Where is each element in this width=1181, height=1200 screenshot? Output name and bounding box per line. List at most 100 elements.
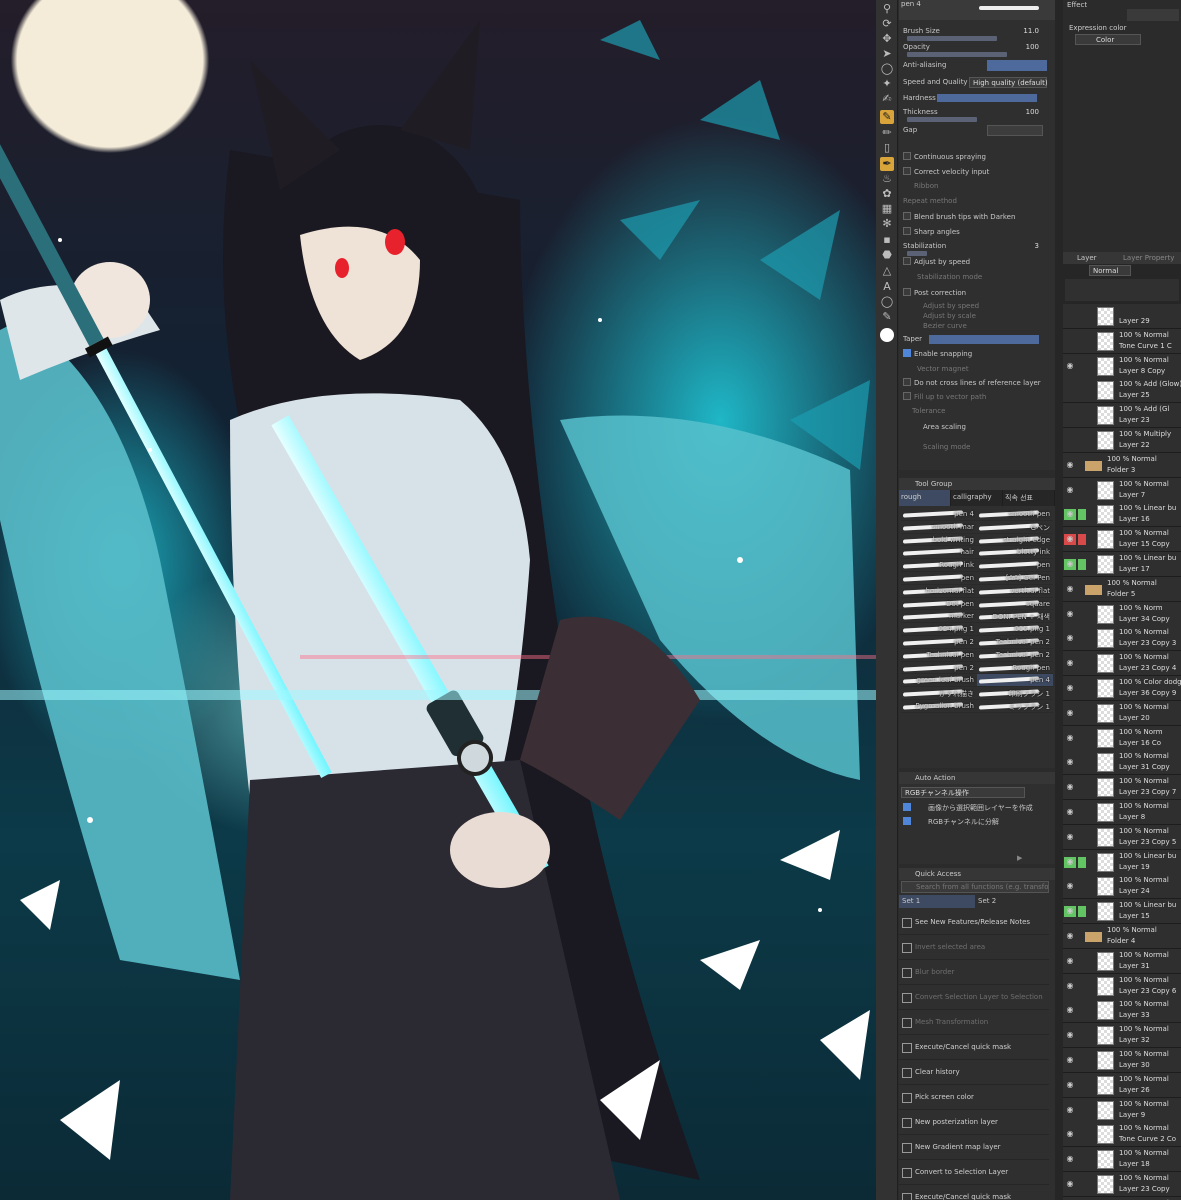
fill-up-row[interactable]: Fill up to vector path bbox=[903, 391, 1051, 404]
quick-access-item[interactable]: See New Features/Release Notes bbox=[899, 910, 1049, 935]
post-correction-checkbox[interactable] bbox=[903, 288, 911, 296]
visibility-eye-icon[interactable] bbox=[1064, 311, 1076, 322]
layer-row[interactable]: ◉ 100 % Normal Layer 23 Copy bbox=[1063, 1172, 1181, 1197]
magic-wand-icon[interactable]: ✦ bbox=[880, 77, 894, 91]
layer-row[interactable]: ◉ 100 % Normal Layer 23 Copy 4 bbox=[1063, 651, 1181, 677]
brush-item[interactable]: green leaf brush bbox=[901, 674, 977, 688]
brush-item[interactable]: 024.png 1 bbox=[901, 623, 977, 636]
layer-row[interactable]: ◉ 100 % Norm Layer 34 Copy bbox=[1063, 601, 1181, 627]
layer-row[interactable]: ◉ 100 % Normal Tone Curve 2 Co bbox=[1063, 1122, 1181, 1148]
brush-item[interactable]: かすれ描き bbox=[901, 687, 977, 700]
figure-icon[interactable]: △ bbox=[880, 264, 894, 278]
visibility-eye-icon[interactable]: ◉ bbox=[1064, 1154, 1076, 1165]
visibility-eye-icon[interactable]: ◉ bbox=[1064, 856, 1076, 868]
layer-color-tag[interactable] bbox=[1078, 733, 1086, 744]
quick-access-item[interactable]: Clear history bbox=[899, 1060, 1049, 1085]
visibility-eye-icon[interactable]: ◉ bbox=[1064, 460, 1076, 471]
opacity-slider[interactable] bbox=[907, 52, 1007, 57]
layer-folder-row[interactable]: ◉ 100 % Normal Folder 5 bbox=[1063, 576, 1181, 602]
layer-color-tag[interactable] bbox=[1078, 1129, 1086, 1140]
enable-snapping-row[interactable]: Enable snapping bbox=[903, 348, 1051, 361]
layer-row[interactable]: ◉ 100 % Norm Layer 16 Co bbox=[1063, 725, 1181, 751]
layer-row[interactable]: ◉ 100 % Normal Layer 9 bbox=[1063, 1097, 1181, 1123]
layer-color-tag[interactable] bbox=[1078, 782, 1086, 793]
brush-item[interactable]: pen 2 bbox=[901, 662, 977, 675]
quick-access-item[interactable]: Execute/Cancel quick mask bbox=[899, 1185, 1049, 1200]
brush-item[interactable]: Technical pen bbox=[901, 649, 977, 662]
layer-row[interactable]: ◉ 100 % Normal Layer 31 bbox=[1063, 948, 1181, 974]
speed-quality-dropdown[interactable]: High quality (default) bbox=[969, 77, 1048, 88]
adjust-speed-checkbox[interactable] bbox=[903, 257, 911, 265]
brush-item[interactable]: hair bbox=[901, 546, 977, 560]
layer-row[interactable]: ◉ 100 % Normal Layer 23 Copy 3 bbox=[1063, 626, 1181, 652]
quick-access-item[interactable]: New Gradient map layer bbox=[899, 1135, 1049, 1160]
continuous-spraying-row[interactable]: Continuous spraying bbox=[903, 151, 1051, 164]
layer-color-tag[interactable] bbox=[1078, 981, 1086, 992]
visibility-eye-icon[interactable]: ◉ bbox=[1064, 807, 1076, 818]
rotate-icon[interactable]: ⟳ bbox=[880, 17, 894, 31]
layer-row[interactable]: 100 % Normal Tone Curve 1 C bbox=[1063, 328, 1181, 354]
visibility-eye-icon[interactable]: ◉ bbox=[1064, 1129, 1076, 1140]
quick-access-item[interactable]: New posterization layer bbox=[899, 1110, 1049, 1135]
no-cross-checkbox[interactable] bbox=[903, 378, 911, 386]
effect-buttons[interactable] bbox=[1127, 9, 1179, 21]
layer-row[interactable]: ◉ 100 % Normal Layer 30 bbox=[1063, 1048, 1181, 1073]
expression-color-dropdown[interactable]: Color bbox=[1075, 34, 1141, 45]
brush-item[interactable]: bold writing bbox=[901, 534, 977, 547]
stabilization-mode-row[interactable]: Stabilization mode bbox=[903, 271, 1051, 284]
layer-row[interactable]: ◉ 100 % Normal Layer 23 Copy 5 bbox=[1063, 824, 1181, 850]
tab-set-2[interactable]: Set 2 bbox=[975, 895, 1051, 908]
blend-tips-checkbox[interactable] bbox=[903, 212, 911, 220]
layer-folder-row[interactable]: ◉ 100 % Normal Folder 3 bbox=[1063, 452, 1181, 478]
visibility-eye-icon[interactable]: ◉ bbox=[1064, 981, 1076, 992]
quick-access-item[interactable]: Blur border bbox=[899, 960, 1049, 985]
vector-magnet-row[interactable]: Vector magnet bbox=[903, 363, 1051, 376]
visibility-eye-icon[interactable]: ◉ bbox=[1064, 956, 1076, 967]
layer-color-tag[interactable] bbox=[1078, 856, 1086, 868]
visibility-eye-icon[interactable]: ◉ bbox=[1064, 559, 1076, 570]
taper-slider[interactable] bbox=[929, 335, 1039, 344]
visibility-eye-icon[interactable]: ◉ bbox=[1064, 733, 1076, 744]
tolerance-row[interactable]: Tolerance bbox=[903, 405, 1051, 418]
fill-icon[interactable]: ⬣ bbox=[880, 248, 894, 262]
layer-color-tag[interactable] bbox=[1078, 633, 1086, 644]
brush-item[interactable]: Rough pen bbox=[977, 662, 1053, 675]
quick-access-item[interactable]: Convert to Selection Layer bbox=[899, 1160, 1049, 1185]
tool-group-header[interactable]: Tool Group bbox=[899, 478, 1055, 490]
layer-color-tag[interactable] bbox=[1078, 757, 1086, 768]
layer-row[interactable]: ◉ 100 % Normal Layer 23 Copy 6 bbox=[1063, 973, 1181, 999]
brush-item[interactable]: pen 4 bbox=[901, 508, 977, 521]
layer-row[interactable]: ◉ 100 % Normal Layer 20 bbox=[1063, 700, 1181, 726]
auto-action-check-2[interactable] bbox=[903, 817, 911, 825]
layer-row[interactable]: ◉ 100 % Linear bu Layer 19 bbox=[1063, 849, 1181, 875]
brush-item[interactable]: vertical flat bbox=[977, 585, 1053, 598]
brush-item[interactable]: pen 2 bbox=[901, 636, 977, 649]
layer-color-tag[interactable] bbox=[1078, 559, 1086, 570]
auto-action-item-2[interactable]: RGBチャンネルに分解 bbox=[903, 816, 1051, 829]
tab-set-1[interactable]: Set 1 bbox=[899, 895, 975, 908]
visibility-eye-icon[interactable]: ◉ bbox=[1064, 757, 1076, 768]
layer-color-tag[interactable] bbox=[1078, 906, 1086, 918]
quick-access-item[interactable]: Convert Selection Layer to Selection bbox=[899, 985, 1049, 1010]
brush-item[interactable]: blotty ink bbox=[977, 546, 1053, 560]
no-cross-row[interactable]: Do not cross lines of reference layer bbox=[903, 377, 1051, 390]
layer-row[interactable]: ◉ 100 % Normal Layer 24 bbox=[1063, 874, 1181, 900]
eraser-icon[interactable]: ▯ bbox=[880, 141, 894, 155]
visibility-eye-icon[interactable]: ◉ bbox=[1064, 658, 1076, 669]
layer-color-tag[interactable] bbox=[1078, 956, 1086, 967]
brush-item[interactable]: [AA] Gel Pen bbox=[977, 572, 1053, 585]
layer-row[interactable]: Layer 29 bbox=[1063, 304, 1181, 329]
visibility-eye-icon[interactable] bbox=[1064, 385, 1076, 396]
tab-layer[interactable]: Layer bbox=[1077, 254, 1097, 262]
quick-access-item[interactable]: Execute/Cancel quick mask bbox=[899, 1035, 1049, 1060]
layer-color-tag[interactable] bbox=[1078, 881, 1086, 892]
stabilization-row[interactable]: Stabilization 3 bbox=[903, 240, 1051, 256]
brush-icon[interactable]: ✒ bbox=[880, 157, 894, 171]
layer-color-tag[interactable] bbox=[1078, 832, 1086, 843]
brush-item[interactable]: 印刷ブラシ 1 bbox=[977, 687, 1053, 700]
layer-color-tag[interactable] bbox=[1078, 683, 1086, 694]
brush-item[interactable]: Gペン bbox=[977, 521, 1053, 534]
correct-velocity-row[interactable]: Correct velocity input bbox=[903, 166, 1051, 179]
brush-item[interactable]: pen bbox=[901, 572, 977, 585]
quick-access-search[interactable]: Search from all functions (e.g. transfor… bbox=[901, 881, 1049, 893]
